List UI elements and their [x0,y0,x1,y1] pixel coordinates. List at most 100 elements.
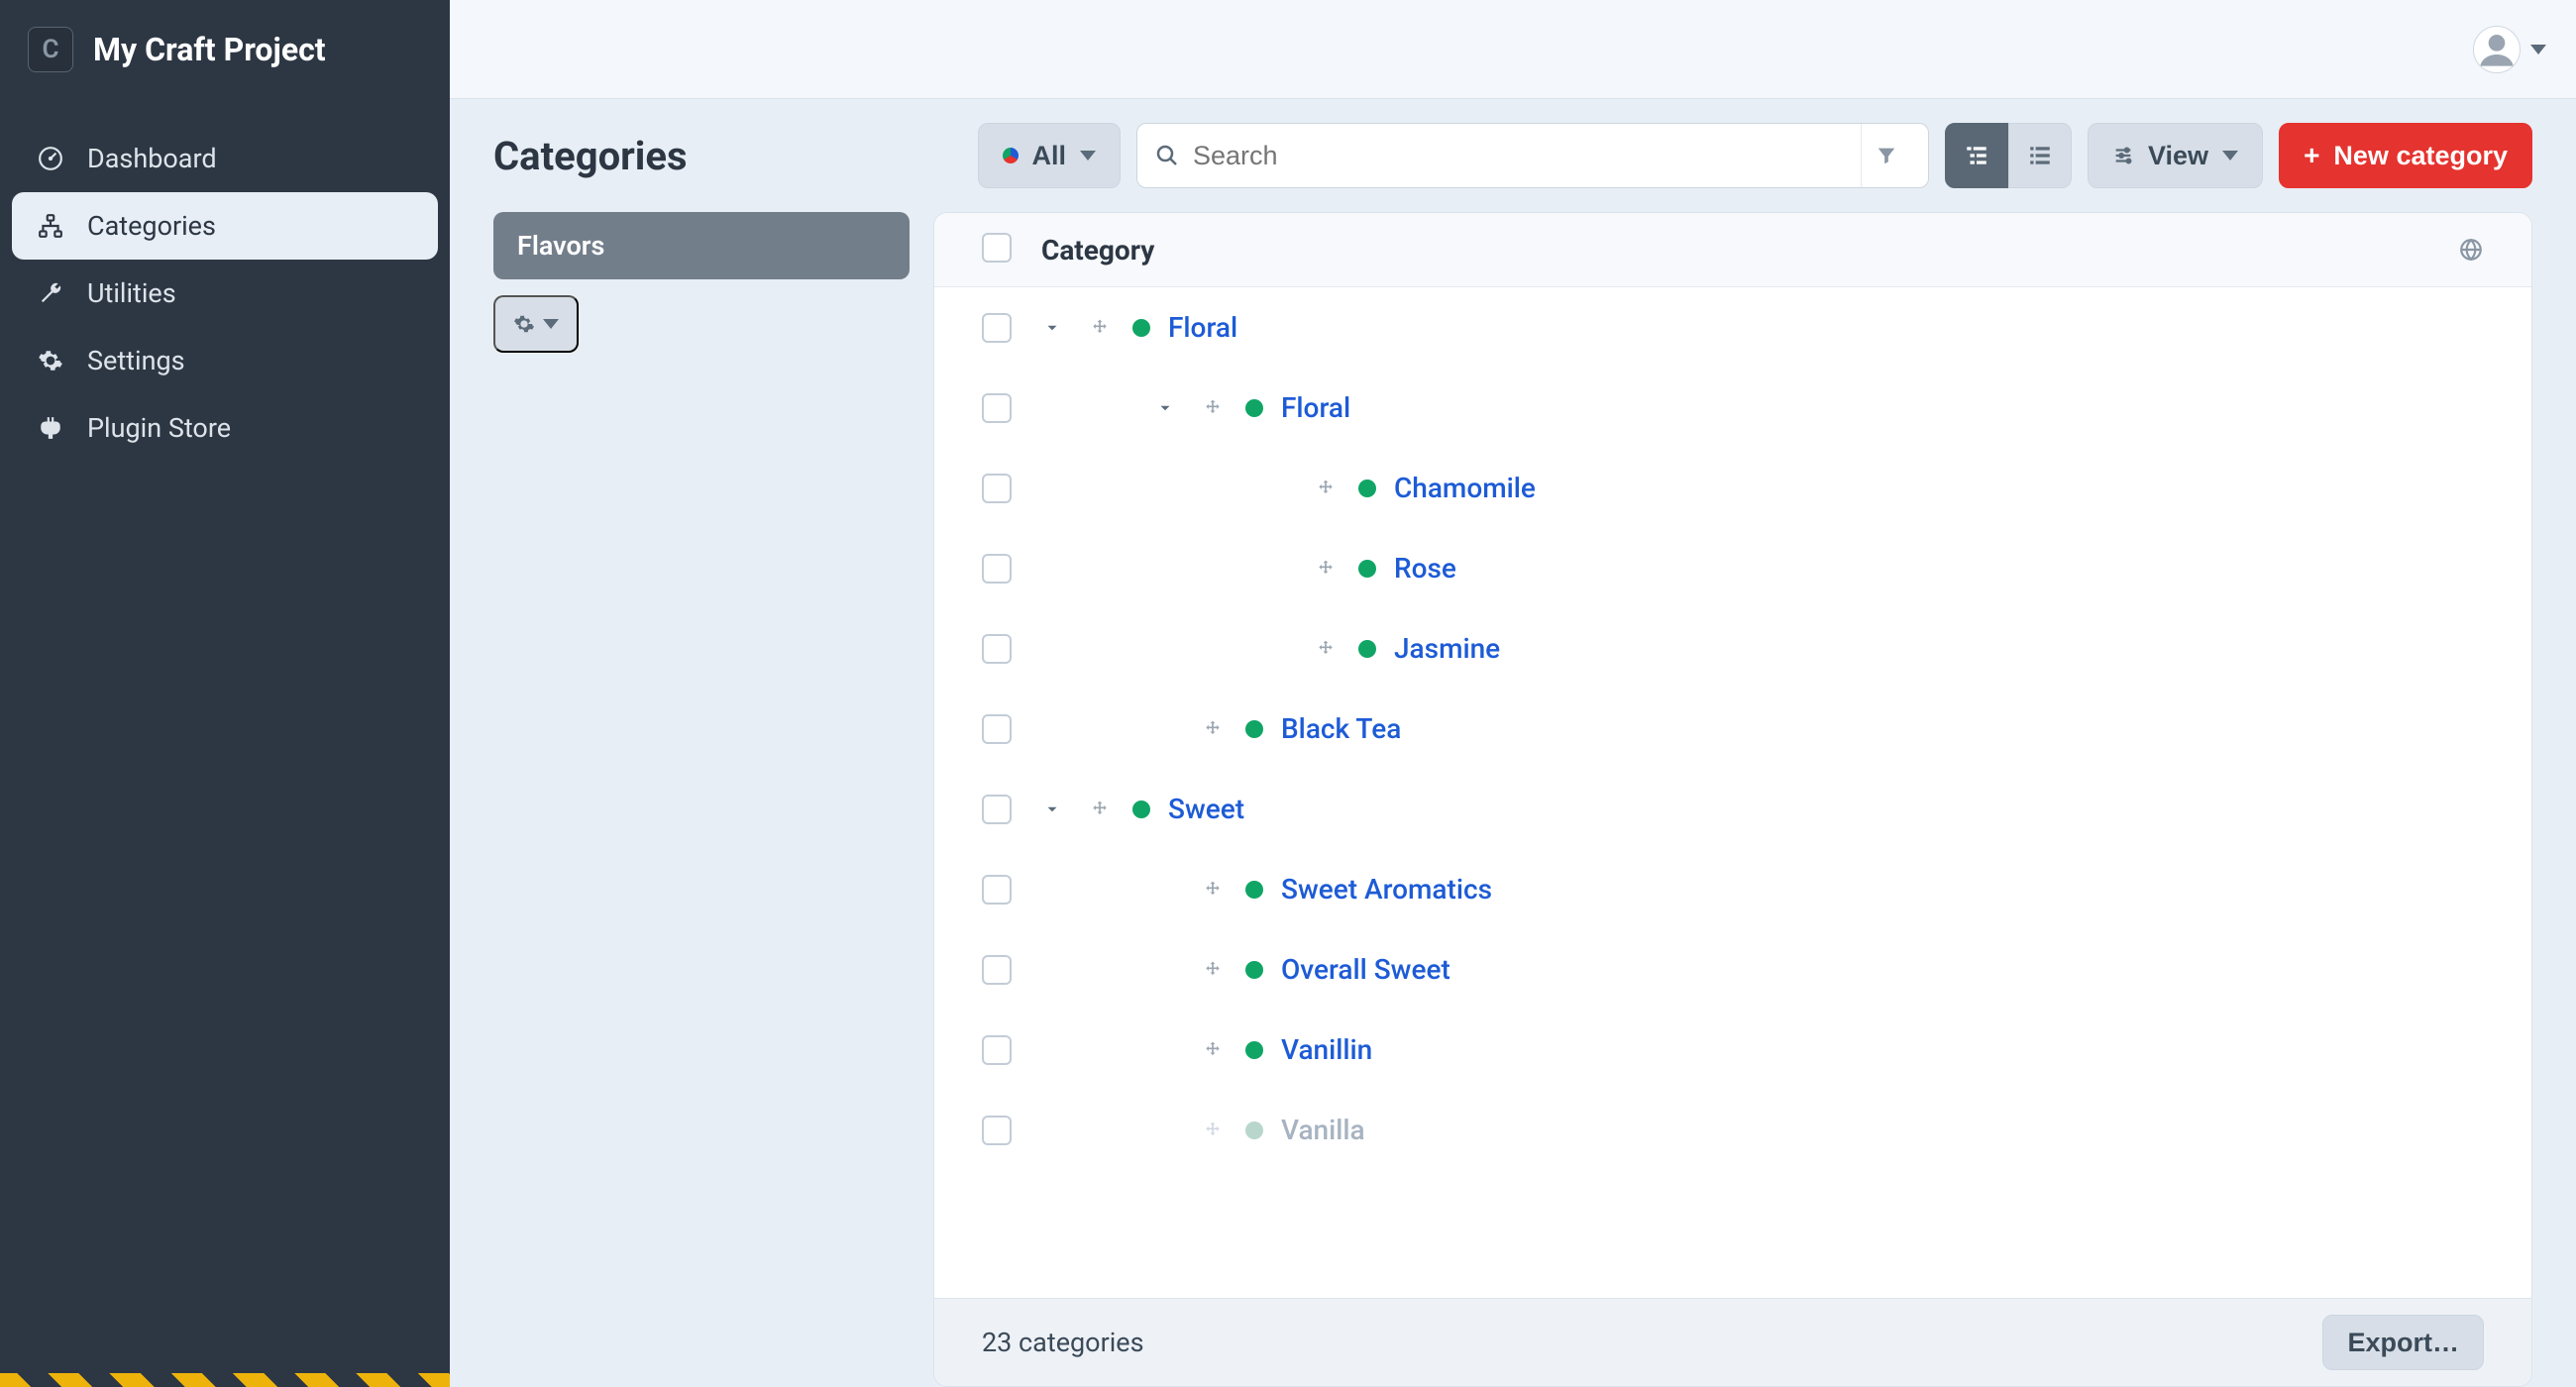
chevron-down-icon [543,319,559,329]
move-handle[interactable] [1198,880,1228,900]
row-checkbox[interactable] [982,955,1012,985]
move-handle[interactable] [1311,479,1341,498]
footer-count: 23 categories [982,1327,1144,1358]
view-options-button[interactable]: View [2088,123,2263,188]
main: Categories All [450,0,2576,1387]
row-checkbox[interactable] [982,714,1012,744]
list-view-button[interactable] [2008,123,2072,188]
indent-spacer [1037,1040,1132,1059]
dev-mode-stripe [0,1373,450,1387]
indent-spacer [1037,639,1132,658]
row-checkbox[interactable] [982,634,1012,664]
search-wrap [1136,123,1929,188]
nav-item-utilities[interactable]: Utilities [12,260,438,327]
row-title-link[interactable]: Vanillin [1281,1033,1372,1066]
row-checkbox[interactable] [982,313,1012,343]
globe-icon [2458,237,2484,263]
status-color-dot [1003,148,1019,163]
structure-view-button[interactable] [1945,123,2008,188]
indent-spacer [1037,1120,1132,1139]
row-title-link[interactable]: Rose [1394,552,1456,585]
nav-item-dashboard[interactable]: Dashboard [12,125,438,192]
status-dot [1358,560,1376,578]
move-handle[interactable] [1198,1040,1228,1060]
move-handle[interactable] [1198,398,1228,418]
row-checkbox[interactable] [982,393,1012,423]
row-title-link[interactable]: Floral [1281,391,1350,424]
table-footer: 23 categories Export… [934,1298,2531,1386]
row-checkbox[interactable] [982,474,1012,503]
sidebar: C My Craft Project Dashboard Categories [0,0,450,1387]
row-title-link[interactable]: Black Tea [1281,712,1401,745]
table-row: Black Tea [934,689,2531,769]
nav-item-categories[interactable]: Categories [12,192,438,260]
nav-label: Plugin Store [87,412,231,444]
table-row: Floral [934,287,2531,368]
table-row: Sweet [934,769,2531,849]
sidebar-header: C My Craft Project [0,0,450,99]
indent-spacer [1037,719,1132,738]
nav-label: Categories [87,210,216,242]
move-handle[interactable] [1198,960,1228,980]
view-mode-group [1945,123,2072,188]
row-checkbox[interactable] [982,875,1012,905]
new-category-button[interactable]: + New category [2279,123,2532,188]
row-checkbox[interactable] [982,1116,1012,1145]
plug-icon [36,415,65,441]
row-checkbox[interactable] [982,554,1012,584]
source-item-flavors[interactable]: Flavors [493,212,910,279]
move-handle[interactable] [1311,559,1341,579]
topbar [450,0,2576,99]
table-row: Vanilla [934,1090,2531,1170]
status-filter-button[interactable]: All [978,123,1122,188]
source-actions [493,295,910,353]
site-column-icon[interactable] [2458,237,2484,263]
indent-spacer [1037,880,1132,899]
sources-pane: Flavors [493,212,910,1387]
table-row: Sweet Aromatics [934,849,2531,929]
move-handle[interactable] [1198,1120,1228,1140]
move-handle[interactable] [1311,639,1341,659]
table-row: Jasmine [934,608,2531,689]
row-checkbox[interactable] [982,1035,1012,1065]
dashboard-icon [36,146,65,171]
move-handle[interactable] [1085,800,1115,819]
site-badge[interactable]: C [28,27,73,72]
row-title-link[interactable]: Overall Sweet [1281,953,1450,986]
expand-toggle[interactable] [1037,800,1067,818]
nav: Dashboard Categories Utilities Settings [0,99,450,462]
indent-spacer [1037,960,1132,979]
chevron-down-icon [2222,151,2238,160]
column-header-category[interactable]: Category [1041,234,2458,267]
search-icon [1155,144,1179,167]
source-settings-button[interactable] [493,295,579,353]
row-title-link[interactable]: Floral [1168,311,1237,344]
indent-spacer [1150,559,1245,578]
export-button[interactable]: Export… [2322,1315,2484,1370]
select-all-checkbox[interactable] [982,233,1012,263]
status-dot [1245,399,1263,417]
status-dot [1358,480,1376,497]
nav-item-plugin-store[interactable]: Plugin Store [12,394,438,462]
row-title-link[interactable]: Vanilla [1281,1114,1365,1146]
row-title-link[interactable]: Jasmine [1394,632,1500,665]
expand-toggle[interactable] [1150,399,1180,417]
move-handle[interactable] [1085,318,1115,338]
row-title-link[interactable]: Sweet Aromatics [1281,873,1492,906]
row-checkbox[interactable] [982,795,1012,824]
user-menu-button[interactable] [2473,26,2546,73]
table-rows: Floral Floral Chamomile Rose Jasmine Bla… [934,287,2531,1298]
indent-spacer [1150,639,1245,658]
status-dot [1132,319,1150,337]
expand-toggle[interactable] [1037,319,1067,337]
move-handle[interactable] [1198,719,1228,739]
search-input[interactable] [1193,141,1849,171]
row-title-link[interactable]: Chamomile [1394,472,1536,504]
filter-button[interactable] [1861,124,1910,187]
status-dot [1245,720,1263,738]
site-name[interactable]: My Craft Project [93,31,326,68]
hierarchy-icon [36,213,65,239]
row-title-link[interactable]: Sweet [1168,793,1244,825]
plus-icon: + [2304,140,2319,171]
nav-item-settings[interactable]: Settings [12,327,438,394]
